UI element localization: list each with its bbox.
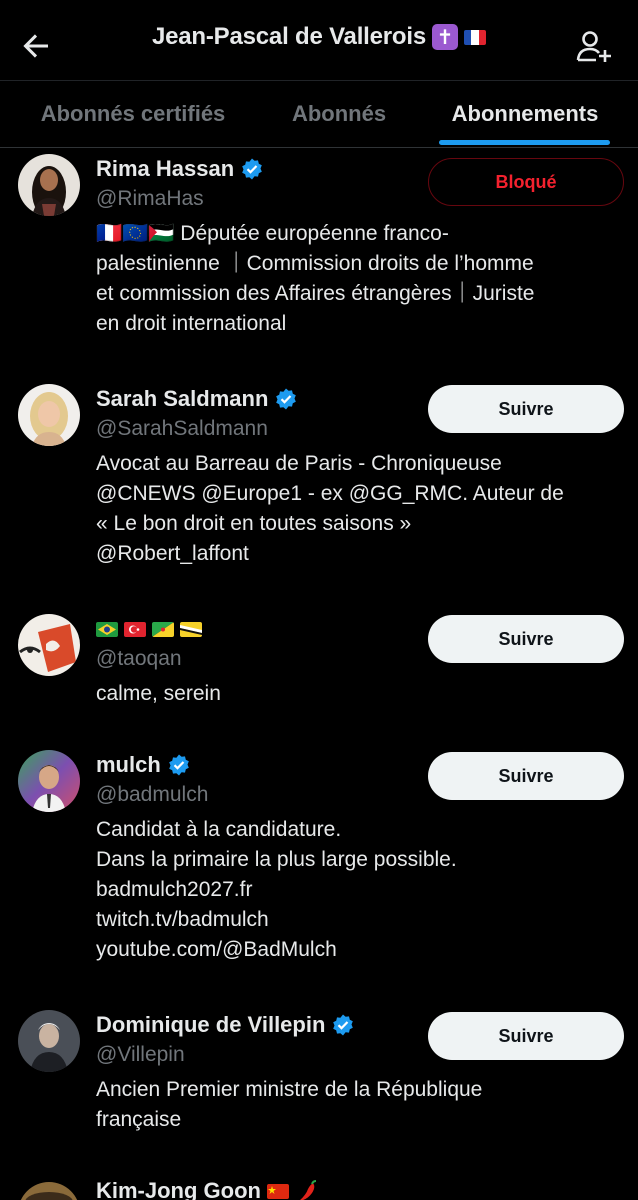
user-display-name[interactable]: Kim-Jong Goon: [96, 1178, 261, 1200]
add-user-icon[interactable]: [574, 26, 614, 66]
user-list-item[interactable]: Kim-Jong Goon: [0, 1176, 638, 1200]
tab-following[interactable]: Abonnements: [412, 81, 638, 147]
blocked-button[interactable]: Bloqué: [428, 158, 624, 206]
france-flag-icon: [464, 29, 486, 45]
active-tab-indicator: [439, 140, 610, 145]
french-guiana-flag-icon: [152, 621, 174, 637]
user-display-name[interactable]: mulch: [96, 752, 161, 778]
follow-button[interactable]: Suivre: [428, 752, 624, 800]
tab-followers[interactable]: Abonnés: [266, 81, 412, 147]
tab-label: Abonnés certifiés: [40, 101, 226, 126]
latin-cross-emoji: ✝: [432, 24, 459, 50]
page-title: Jean-Pascal de Vallerois: [151, 23, 427, 50]
user-bio: Candidat à la candidature. Dans la prima…: [96, 818, 457, 961]
tab-bar: Abonnés certifiés Abonnés Abonnements: [0, 80, 638, 148]
tab-verified-followers[interactable]: Abonnés certifiés: [0, 81, 266, 147]
chili-pepper-icon: [300, 1180, 317, 1200]
follow-button[interactable]: Suivre: [428, 1012, 624, 1060]
user-display-name[interactable]: Rima Hassan: [96, 156, 234, 182]
avatar[interactable]: [18, 384, 80, 446]
user-bio: Avocat au Barreau de Paris - Chroniqueus…: [96, 452, 564, 565]
user-display-name[interactable]: Dominique de Villepin: [96, 1012, 325, 1038]
avatar[interactable]: [18, 750, 80, 812]
verified-badge-icon: [242, 158, 262, 180]
turkey-flag-icon: [124, 621, 146, 637]
back-arrow-icon[interactable]: [18, 28, 54, 64]
tab-label: Abonnés: [291, 101, 387, 126]
verified-badge-icon: [333, 1014, 354, 1036]
china-flag-icon: [266, 1183, 289, 1199]
follow-button[interactable]: Suivre: [428, 385, 624, 433]
avatar[interactable]: [18, 154, 80, 216]
user-bio: 🇫🇷🇪🇺🇵🇸 Députée européenne franco- palest…: [96, 222, 535, 335]
user-bio: Ancien Premier ministre de la République…: [96, 1078, 483, 1131]
avatar[interactable]: [18, 614, 80, 676]
follow-button[interactable]: Suivre: [428, 615, 624, 663]
brazil-flag-icon: [96, 621, 118, 637]
profile-title: Jean-Pascal de Vallerois ✝: [152, 23, 486, 51]
user-display-name[interactable]: Sarah Saldmann: [96, 386, 268, 412]
user-bio: calme, serein: [96, 682, 221, 705]
top-app-bar: Jean-Pascal de Vallerois ✝: [0, 0, 638, 80]
tab-label: Abonnements: [451, 101, 599, 126]
brunei-flag-icon: [180, 621, 202, 637]
avatar[interactable]: [18, 1010, 80, 1072]
verified-badge-icon: [276, 388, 297, 410]
verified-badge-icon: [168, 754, 189, 776]
avatar[interactable]: [18, 1182, 80, 1200]
